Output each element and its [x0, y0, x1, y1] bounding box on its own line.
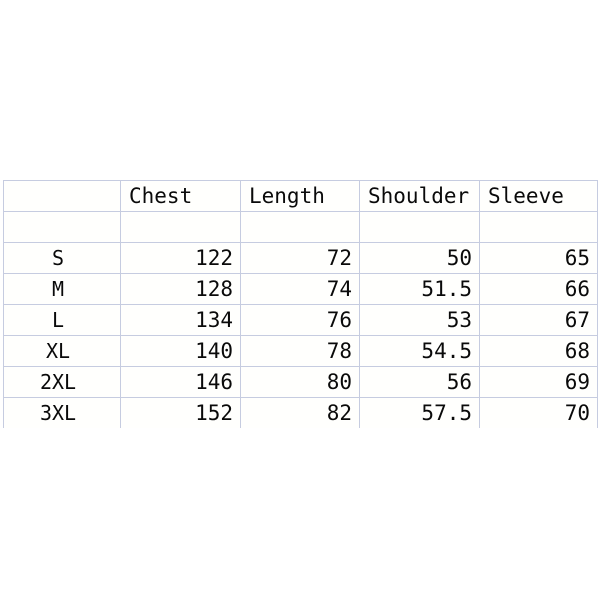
cell-sleeve: 67 [479, 304, 598, 336]
table-row: S 122 72 50 65 [3, 242, 598, 274]
cell-size: 3XL [3, 397, 121, 428]
spacer-cell-sleeve [479, 211, 598, 243]
cell-shoulder: 50 [359, 242, 480, 274]
cell-size: 2XL [3, 366, 121, 398]
table-header-row: Chest Length Shoulder Sleeve [3, 180, 598, 212]
cell-shoulder: 57.5 [359, 397, 480, 428]
table-row: M 128 74 51.5 66 [3, 273, 598, 305]
cell-length: 72 [240, 242, 360, 274]
cell-length: 80 [240, 366, 360, 398]
header-cell-length: Length [240, 180, 360, 212]
cell-size: M [3, 273, 121, 305]
size-chart-page: Chest Length Shoulder Sleeve S 122 72 50… [0, 0, 600, 600]
table-row: XL 140 78 54.5 68 [3, 335, 598, 367]
cell-shoulder: 56 [359, 366, 480, 398]
spacer-cell-length [240, 211, 360, 243]
cell-size: S [3, 242, 121, 274]
cell-sleeve: 65 [479, 242, 598, 274]
header-cell-shoulder: Shoulder [359, 180, 480, 212]
cell-sleeve: 69 [479, 366, 598, 398]
spacer-cell-shoulder [359, 211, 480, 243]
cell-length: 82 [240, 397, 360, 428]
table-spacer-row [3, 211, 598, 243]
cell-sleeve: 68 [479, 335, 598, 367]
header-cell-chest: Chest [120, 180, 241, 212]
cell-chest: 122 [120, 242, 241, 274]
cell-size: XL [3, 335, 121, 367]
table-row: L 134 76 53 67 [3, 304, 598, 336]
cell-size: L [3, 304, 121, 336]
cell-chest: 140 [120, 335, 241, 367]
table-row: 3XL 152 82 57.5 70 [3, 397, 598, 428]
header-cell-size [3, 180, 121, 212]
spacer-cell-chest [120, 211, 241, 243]
cell-shoulder: 51.5 [359, 273, 480, 305]
header-cell-sleeve: Sleeve [479, 180, 598, 212]
cell-length: 78 [240, 335, 360, 367]
cell-length: 76 [240, 304, 360, 336]
cell-shoulder: 53 [359, 304, 480, 336]
size-chart-table: Chest Length Shoulder Sleeve S 122 72 50… [3, 180, 598, 428]
cell-sleeve: 66 [479, 273, 598, 305]
cell-chest: 152 [120, 397, 241, 428]
cell-shoulder: 54.5 [359, 335, 480, 367]
spacer-cell-size [3, 211, 121, 243]
cell-chest: 134 [120, 304, 241, 336]
table-row: 2XL 146 80 56 69 [3, 366, 598, 398]
cell-sleeve: 70 [479, 397, 598, 428]
cell-chest: 146 [120, 366, 241, 398]
cell-length: 74 [240, 273, 360, 305]
cell-chest: 128 [120, 273, 241, 305]
size-chart-container: Chest Length Shoulder Sleeve S 122 72 50… [3, 180, 598, 428]
